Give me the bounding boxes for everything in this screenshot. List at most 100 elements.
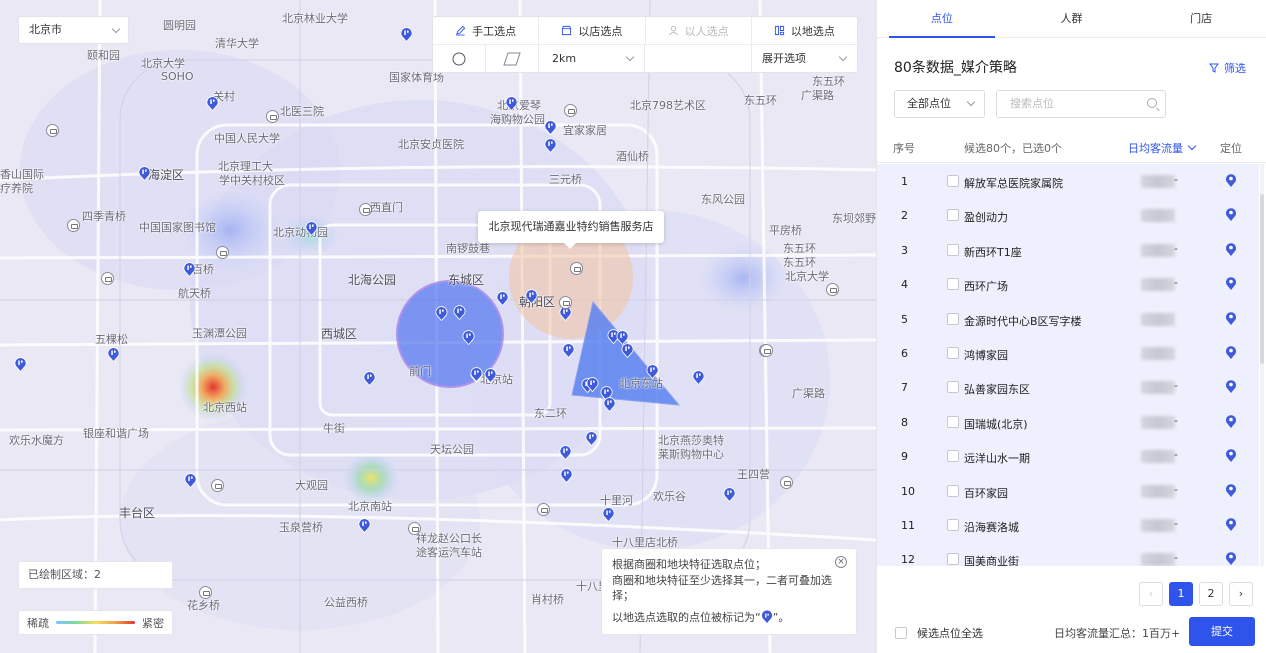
filter-button[interactable]: 筛选: [1209, 60, 1246, 76]
store-poi-icon[interactable]: [564, 104, 577, 117]
map-pin-icon[interactable]: [585, 431, 598, 446]
circle-shape-button[interactable]: [433, 45, 486, 73]
map-pin-icon[interactable]: [525, 289, 538, 304]
table-row[interactable]: 6 鸿博家园: [877, 336, 1259, 370]
tab-points[interactable]: 点位: [877, 0, 1007, 38]
store-poi-icon[interactable]: [537, 503, 550, 516]
table-row[interactable]: 7 弘善家园东区 -: [877, 370, 1259, 404]
map-pin-icon[interactable]: [14, 357, 27, 372]
row-checkbox[interactable]: [947, 243, 959, 256]
store-poi-icon[interactable]: [46, 124, 59, 137]
store-poi-icon[interactable]: [559, 296, 572, 309]
row-checkbox[interactable]: [947, 175, 959, 187]
map-pin-icon[interactable]: [470, 367, 483, 382]
locate-pin-icon[interactable]: [1225, 483, 1237, 498]
submit-button[interactable]: 提交: [1189, 617, 1255, 646]
city-select[interactable]: 北京市: [18, 16, 129, 44]
map-pin-icon[interactable]: [462, 330, 475, 345]
map-pin-icon[interactable]: [107, 347, 120, 362]
people-select-button[interactable]: 以人选点: [646, 17, 752, 44]
table-row[interactable]: 8 国瑞城(北京) -: [877, 405, 1259, 439]
map-pin-icon[interactable]: [603, 397, 616, 412]
table-row[interactable]: 2 盈创动力: [877, 198, 1259, 232]
next-page-button[interactable]: ›: [1229, 582, 1253, 606]
map-pin-icon[interactable]: [484, 368, 497, 383]
store-poi-icon[interactable]: [780, 476, 793, 489]
map-pin-icon[interactable]: [621, 343, 634, 358]
checkbox[interactable]: [895, 627, 907, 639]
locate-pin-icon[interactable]: [1225, 551, 1237, 566]
map-pin-icon[interactable]: [363, 371, 376, 386]
map-pin-icon[interactable]: [602, 507, 615, 522]
row-checkbox[interactable]: [947, 209, 959, 222]
locate-pin-icon[interactable]: [1225, 173, 1237, 188]
table-row[interactable]: 1 解放军总医院家属院 -: [877, 164, 1259, 198]
locate-pin-icon[interactable]: [1225, 379, 1237, 394]
point-type-select[interactable]: 全部点位: [894, 90, 985, 118]
table-row[interactable]: 9 远洋山水一期 -: [877, 439, 1259, 473]
col-flow-sort[interactable]: 日均客流量: [1128, 140, 1197, 156]
store-poi-icon[interactable]: [266, 110, 279, 123]
search-input[interactable]: 搜索点位: [996, 90, 1166, 118]
store-poi-icon[interactable]: [216, 246, 229, 259]
store-poi-icon[interactable]: [101, 272, 114, 285]
row-checkbox[interactable]: [947, 450, 959, 463]
map-pin-icon[interactable]: [505, 96, 518, 111]
tab-crowd[interactable]: 人群: [1007, 0, 1137, 37]
map-pin-icon[interactable]: [586, 377, 599, 392]
page-2-button[interactable]: 2: [1199, 582, 1223, 606]
store-poi-icon[interactable]: [826, 283, 839, 296]
expand-options-select[interactable]: 展开选项: [752, 45, 857, 73]
row-checkbox[interactable]: [947, 415, 959, 428]
tab-stores[interactable]: 门店: [1136, 0, 1266, 37]
map-pin-icon[interactable]: [562, 343, 575, 358]
table-row[interactable]: 4 西环广场 -: [877, 267, 1259, 301]
map-pin-icon[interactable]: [358, 518, 371, 533]
map-pin-icon[interactable]: [560, 468, 573, 483]
map-pin-icon[interactable]: [646, 364, 659, 379]
map-pin-icon[interactable]: [544, 138, 557, 153]
map-pin-icon[interactable]: [496, 291, 509, 306]
radius-select[interactable]: 2km: [539, 45, 645, 73]
page-1-button[interactable]: 1: [1169, 582, 1193, 606]
map-pin-icon[interactable]: [183, 262, 196, 277]
store-poi-icon[interactable]: [359, 203, 372, 216]
locate-pin-icon[interactable]: [1225, 311, 1237, 326]
map-pin-icon[interactable]: [544, 120, 557, 135]
map-pin-icon[interactable]: [723, 487, 736, 502]
table-row[interactable]: 11 沿海赛洛城 -: [877, 508, 1259, 542]
manual-select-button[interactable]: 手工选点: [433, 17, 540, 44]
map-pin-icon[interactable]: [559, 445, 572, 460]
store-poi-icon[interactable]: [570, 262, 583, 275]
locate-pin-icon[interactable]: [1225, 345, 1237, 360]
store-poi-icon[interactable]: [408, 522, 421, 535]
map-pin-icon[interactable]: [138, 166, 151, 181]
land-select-button[interactable]: 以地选点: [752, 17, 857, 44]
map-pin-icon[interactable]: [453, 305, 466, 320]
row-checkbox[interactable]: [947, 553, 959, 566]
map-pin-icon[interactable]: [305, 221, 318, 236]
map-pin-icon[interactable]: [400, 27, 413, 42]
row-checkbox[interactable]: [947, 518, 959, 531]
row-checkbox[interactable]: [947, 278, 959, 291]
locate-pin-icon[interactable]: [1225, 448, 1237, 463]
close-icon[interactable]: ×: [835, 556, 847, 568]
map-pin-icon[interactable]: [435, 306, 448, 321]
locate-pin-icon[interactable]: [1225, 207, 1237, 222]
store-poi-icon[interactable]: [67, 219, 80, 232]
store-poi-icon[interactable]: [760, 344, 773, 357]
map-pin-icon[interactable]: [206, 96, 219, 111]
locate-pin-icon[interactable]: [1225, 414, 1237, 429]
map-canvas[interactable]: 圆明园 北京林业大学 颐和园 清华大学 北京大学 关村 北医三院 中国人民大学 北京理工大 学中关…: [0, 0, 876, 653]
select-all-checkbox[interactable]: 候选点位全选: [895, 625, 983, 641]
list-scrollbar[interactable]: [1260, 164, 1264, 566]
table-row[interactable]: 5 金源时代中心B区写字楼: [877, 302, 1259, 336]
prev-page-button[interactable]: ‹: [1139, 582, 1163, 606]
row-checkbox[interactable]: [947, 381, 959, 394]
row-checkbox[interactable]: [947, 312, 959, 325]
table-row[interactable]: 12 国美商业街 -: [877, 542, 1259, 566]
row-checkbox[interactable]: [947, 484, 959, 497]
map-pin-icon[interactable]: [184, 473, 197, 488]
locate-pin-icon[interactable]: [1225, 517, 1237, 532]
scrollbar-thumb[interactable]: [1260, 194, 1264, 364]
